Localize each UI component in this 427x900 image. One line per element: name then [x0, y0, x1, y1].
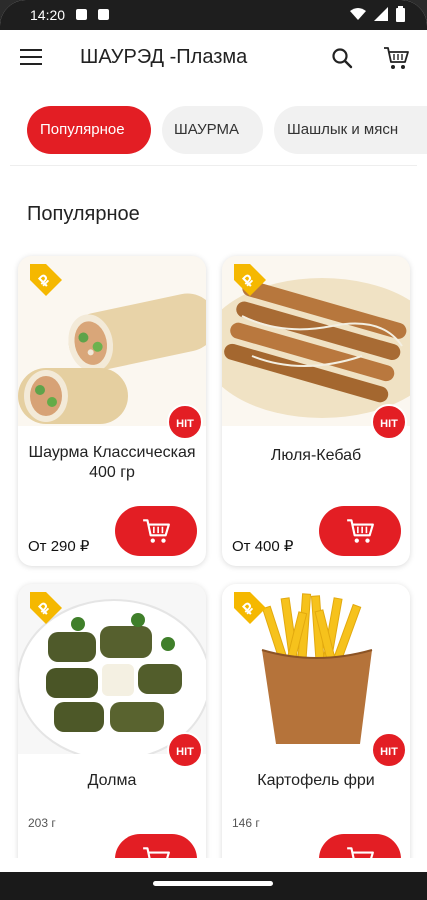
product-name: Долма: [87, 772, 137, 789]
category-tabs: Популярное ШАУРМА Шашлык и мясн: [0, 104, 427, 158]
product-name: Люля-Кебаб: [270, 447, 362, 464]
product-card[interactable]: ₽ HIT Шаурма Классическая 400 гр От 290 …: [18, 256, 206, 566]
bottom-edge: [0, 858, 427, 872]
signal-icon: [374, 7, 388, 21]
price-tag-icon: ₽: [30, 264, 62, 296]
product-card[interactable]: ₽ HIT Картофель фри 146 г: [222, 584, 410, 894]
system-nav-bar: [0, 872, 427, 900]
home-gesture-handle[interactable]: [153, 881, 273, 886]
app-bar: ШАУРЭД -Плазма: [0, 30, 427, 86]
add-to-cart-button[interactable]: [319, 506, 401, 556]
hit-badge: HIT: [167, 404, 203, 440]
product-weight: 146 г: [232, 816, 260, 830]
hit-badge: HIT: [371, 732, 407, 768]
notification-icon: [98, 9, 109, 20]
product-card[interactable]: ₽ HIT Долма 203 г: [18, 584, 206, 894]
product-name: Картофель фри: [257, 772, 375, 789]
hit-badge: HIT: [371, 404, 407, 440]
product-name: Шаурма Классическая 400 гр: [28, 444, 196, 481]
menu-icon[interactable]: [20, 49, 42, 65]
shield-icon: [76, 9, 87, 20]
status-bar: 14:20: [0, 0, 427, 30]
wifi-icon: [350, 8, 366, 20]
add-to-cart-button[interactable]: [115, 506, 197, 556]
divider: [10, 165, 417, 166]
section-title: Популярное: [27, 203, 140, 225]
cart-icon[interactable]: [382, 45, 410, 71]
product-price: От 400 ₽: [232, 538, 294, 555]
price-tag-icon: ₽: [30, 592, 62, 624]
product-weight: 203 г: [28, 816, 56, 830]
product-card[interactable]: ₽ HIT Люля-Кебаб От 400 ₽: [222, 256, 410, 566]
page-title: ШАУРЭД -Плазма: [80, 46, 248, 68]
price-tag-icon: ₽: [234, 592, 266, 624]
tab-shawarma[interactable]: ШАУРМА: [162, 106, 263, 154]
cart-icon: [347, 519, 374, 543]
app-screen: 14:20 ШАУРЭД -Плазма Популярное ШАУРМА Ш…: [0, 0, 427, 900]
product-price: От 290 ₽: [28, 538, 90, 555]
hit-badge: HIT: [167, 732, 203, 768]
status-time: 14:20: [30, 7, 66, 23]
tab-popular[interactable]: Популярное: [27, 106, 151, 154]
tab-shashlik[interactable]: Шашлык и мясн: [274, 106, 427, 154]
battery-icon: [396, 6, 405, 22]
search-icon[interactable]: [330, 46, 354, 70]
price-tag-icon: ₽: [234, 264, 266, 296]
cart-icon: [143, 519, 170, 543]
